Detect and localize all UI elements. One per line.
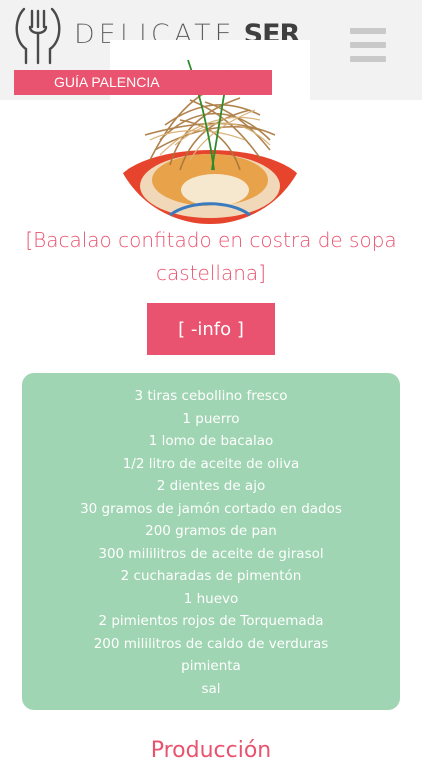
ingredient-item: 2 pimientos rojos de Torquemada — [98, 613, 324, 629]
ingredient-item: sal — [201, 680, 221, 697]
menu-bar — [350, 28, 386, 34]
ingredient-item: pimienta — [181, 658, 241, 674]
ingredient-item: 3 tiras cebollino fresco — [134, 388, 288, 404]
ingredient-item: 1 lomo de bacalao — [148, 433, 274, 449]
ingredient-item: 1 huevo — [183, 590, 239, 607]
ingredient-item: 300 mililitros de aceite de girasol — [98, 545, 324, 562]
info-button[interactable]: [ -info ] — [147, 303, 275, 355]
ingredient-item: 200 mililitros de caldo de verduras — [93, 635, 329, 652]
ingredient-list: 3 tiras cebollino fresco 1 puerro 1 lomo d… — [22, 385, 400, 700]
ingredient-item: 200 gramos de pan — [145, 523, 277, 539]
menu-bar — [350, 56, 386, 62]
menu-bar — [350, 42, 386, 48]
recipe-title: [Bacalao confitado en costra de sopa cas… — [25, 228, 397, 285]
next-section-heading: Producción — [150, 738, 272, 763]
guide-location-banner[interactable]: GUÍA PALENCIA — [14, 70, 272, 95]
ingredients-panel: 3 tiras cebollino fresco 1 puerro 1 lomo d… — [22, 373, 400, 710]
ingredient-item: 2 dientes de ajo — [156, 478, 266, 494]
fork-spoon-logo-icon — [15, 7, 61, 65]
ingredient-item: 2 cucharadas de pimentón — [120, 568, 302, 584]
ingredient-item: 1/2 litro de aceite de oliva — [122, 455, 300, 472]
dish-photo — [110, 40, 310, 224]
ingredient-item: 1 puerro — [182, 410, 240, 427]
ingredient-item: 30 gramos de jamón cortado en dados — [80, 500, 342, 517]
hamburger-menu-icon[interactable] — [348, 28, 388, 64]
